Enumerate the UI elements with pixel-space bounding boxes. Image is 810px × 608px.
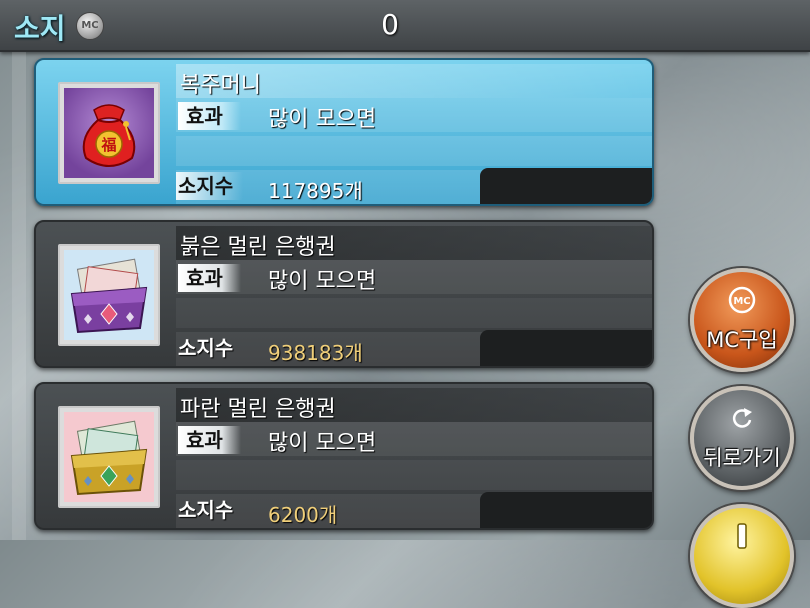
mc-purchase-label: MC구입 [706,328,778,352]
mc-balance: 0 [381,8,399,41]
lucky-pouch-icon: 福 [64,88,154,178]
blue-banknote-wallet-icon [64,412,154,502]
item-thumbnail: 福 [58,82,160,184]
svg-text:MC: MC [733,296,750,307]
item-card-red-banknote[interactable]: 붉은 멀린 은행권 효과 많이 모으면 소지수 938183개 [34,220,654,368]
count-tag: 소지수 [178,498,234,522]
extra-menu-button[interactable] [690,504,794,608]
count-tag: 소지수 [178,336,234,360]
item-effect-row: 효과 많이 모으면 [176,260,652,294]
item-blank-row [176,298,652,328]
red-banknote-wallet-icon [64,250,154,340]
item-name-row: 붉은 멀린 은행권 [176,226,652,260]
item-name: 붉은 멀린 은행권 [180,235,336,260]
item-thumbnail [58,244,160,346]
item-card-lucky-pouch[interactable]: 福 복주머니 효과 많이 모으면 소지수 117895개 [34,58,654,206]
mc-coin-icon: MC [76,12,104,40]
back-label: 뒤로가기 [703,446,781,470]
item-effect: 많이 모으면 [268,107,377,132]
item-blank-row [176,136,652,166]
item-effect-row: 효과 많이 모으면 [176,98,652,132]
list-scrollbar[interactable] [12,52,26,540]
top-bar: 소지 MC 0 [0,0,810,52]
svg-text:福: 福 [100,136,116,154]
effect-tag: 효과 [178,264,241,292]
effect-tag: 효과 [178,102,241,130]
item-count: 117895개 [268,179,363,203]
item-card-blue-banknote[interactable]: 파란 멀린 은행권 효과 많이 모으면 소지수 6200개 [34,382,654,530]
item-effect-row: 효과 많이 모으면 [176,422,652,456]
item-effect: 많이 모으면 [268,431,377,456]
item-name-row: 파란 멀린 은행권 [176,388,652,422]
item-name: 복주머니 [180,73,261,98]
item-action-slot [480,168,652,204]
return-arrow-icon [732,408,752,428]
item-name-row: 복주머니 [176,64,652,98]
item-count: 6200개 [268,503,338,527]
item-action-slot [480,492,652,528]
bar-icon [737,523,747,549]
item-name: 파란 멀린 은행권 [180,397,336,422]
item-thumbnail [58,406,160,508]
item-blank-row [176,460,652,490]
back-button[interactable]: 뒤로가기 [690,386,794,490]
item-count: 938183개 [268,341,363,365]
item-effect: 많이 모으면 [268,269,377,294]
mc-purchase-button[interactable]: MC MC구입 [690,268,794,372]
effect-tag: 효과 [178,426,241,454]
mc-coin-icon: MC [728,286,756,314]
item-action-slot [480,330,652,366]
count-tag: 소지수 [176,172,244,200]
holdings-title: 소지 [14,12,66,45]
